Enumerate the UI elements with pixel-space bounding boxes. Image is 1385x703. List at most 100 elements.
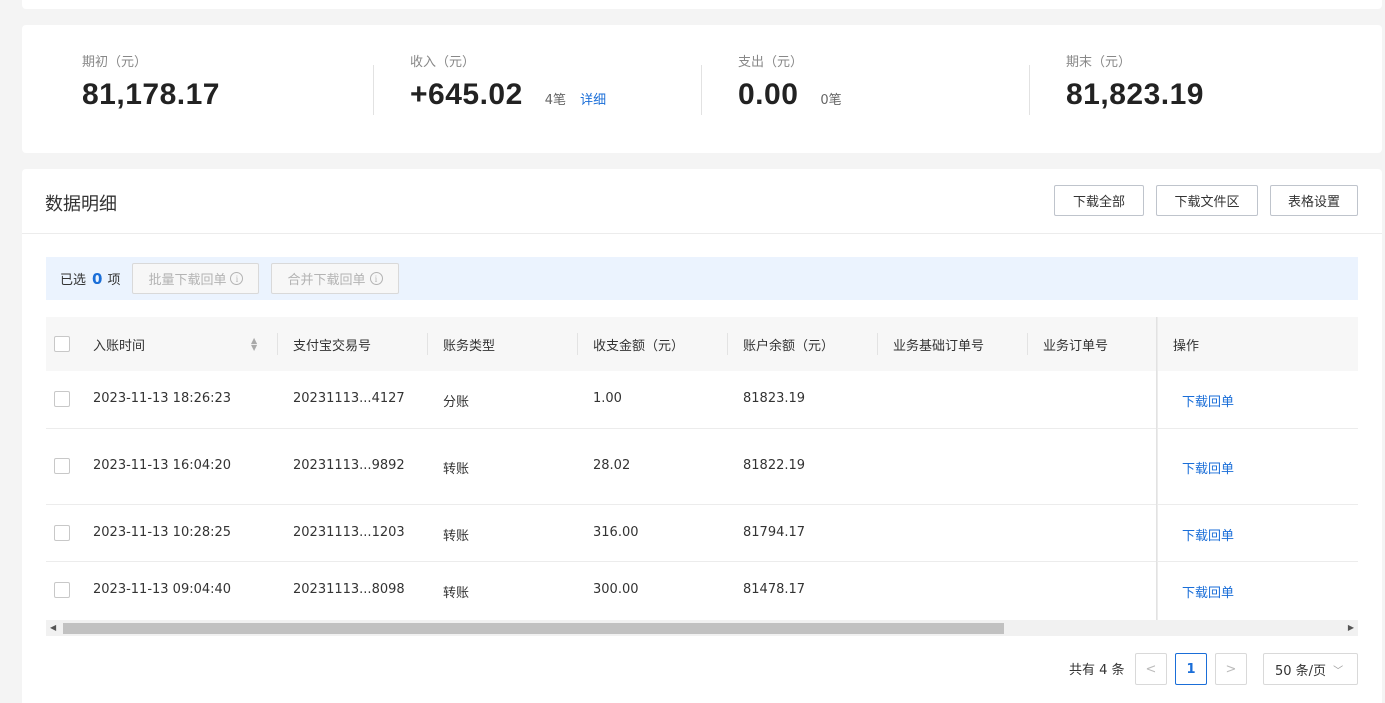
table-settings-button[interactable]: 表格设置 (1270, 185, 1358, 216)
row-checkbox[interactable] (54, 391, 70, 407)
cell-balance: 81478.17 (743, 582, 806, 597)
column-separator (877, 333, 878, 355)
page-number-button[interactable]: 1 (1175, 653, 1207, 685)
expense-count: 0笔 (820, 93, 842, 108)
closing-balance-stat: 期末（元） 81,823.19 (1066, 51, 1204, 112)
selected-suffix: 项 (107, 273, 121, 288)
cell-amount: 316.00 (593, 525, 639, 540)
download-all-button[interactable]: 下载全部 (1054, 185, 1144, 216)
cell-balance: 81823.19 (743, 391, 806, 406)
download-receipt-link[interactable]: 下载回单 (1182, 391, 1234, 410)
income-stat: 收入（元） +645.02 4笔 详细 (410, 51, 606, 112)
opening-label: 期初（元） (82, 55, 148, 70)
income-detail-link[interactable]: 详细 (580, 89, 606, 108)
cell-txn: 20231113...8098 (293, 582, 405, 597)
closing-label: 期末（元） (1066, 55, 1132, 70)
column-header-time: 入账时间 (93, 338, 146, 354)
row-checkbox[interactable] (54, 525, 70, 541)
prev-page-button[interactable]: < (1135, 653, 1167, 685)
selected-prefix: 已选 (60, 273, 87, 288)
divider (373, 65, 374, 115)
selection-bar: 已选 0 项 批量下载回单 i 合并下载回单 i (46, 257, 1358, 300)
chevron-left-icon: < (1145, 661, 1157, 677)
transaction-table: 入账时间 ▲ ▼ 支付宝交易号 账务类型 收支金额（元） 账户余额（元） 业务基础… (46, 317, 1358, 620)
column-header-type: 账务类型 (443, 338, 496, 354)
column-header-txn: 支付宝交易号 (293, 338, 372, 354)
sort-icon[interactable]: ▲ ▼ (251, 337, 257, 352)
merge-download-receipt-button[interactable]: 合并下载回单 i (271, 263, 399, 294)
income-value: +645.02 (410, 78, 523, 111)
cell-txn: 20231113...9892 (293, 458, 405, 473)
next-page-button[interactable]: > (1215, 653, 1247, 685)
pagination-total: 共有 4 条 (1069, 663, 1125, 678)
table-row: 2023-11-13 10:28:25 20231113...1203 转账 3… (46, 505, 1358, 562)
income-count: 4笔 (544, 93, 567, 108)
table-row: 2023-11-13 18:26:23 20231113...4127 分账 1… (46, 371, 1358, 429)
cell-amount: 1.00 (593, 391, 622, 406)
fixed-column-shadow (1156, 317, 1158, 620)
closing-value: 81,823.19 (1066, 78, 1204, 111)
column-header-order: 业务订单号 (1043, 338, 1109, 354)
opening-value: 81,178.17 (82, 78, 220, 111)
detail-title: 数据明细 (45, 194, 117, 215)
expense-label: 支出（元） (738, 55, 804, 70)
column-separator (577, 333, 578, 355)
cell-time: 2023-11-13 18:26:23 (93, 391, 232, 406)
row-checkbox[interactable] (54, 458, 70, 474)
selected-count: 0 (92, 269, 103, 288)
column-separator (277, 333, 278, 355)
info-icon: i (230, 272, 244, 285)
download-area-button[interactable]: 下载文件区 (1156, 185, 1258, 216)
column-separator (1027, 333, 1028, 355)
column-separator (427, 333, 428, 355)
page-size-value: 50 条/页 (1275, 663, 1327, 679)
cell-type: 转账 (443, 462, 470, 477)
cell-txn: 20231113...4127 (293, 391, 405, 406)
cell-type: 转账 (443, 586, 470, 601)
column-header-action: 操作 (1173, 338, 1200, 354)
download-receipt-link[interactable]: 下载回单 (1182, 525, 1234, 544)
column-separator (727, 333, 728, 355)
cell-balance: 81794.17 (743, 525, 806, 540)
expense-value: 0.00 (738, 78, 799, 111)
download-receipt-link[interactable]: 下载回单 (1182, 582, 1234, 601)
table-row: 2023-11-13 16:04:20 20231113...9892 转账 2… (46, 429, 1358, 505)
income-label: 收入（元） (410, 55, 476, 70)
chevron-right-icon: > (1225, 661, 1237, 677)
divider (701, 65, 702, 115)
info-icon: i (369, 272, 383, 285)
scrollbar-thumb[interactable] (63, 623, 1004, 634)
select-all-checkbox[interactable] (54, 336, 70, 352)
cell-type: 分账 (443, 395, 470, 410)
batch-download-receipt-button[interactable]: 批量下载回单 i (132, 263, 260, 294)
data-detail-card: 数据明细 下载全部 下载文件区 表格设置 已选 0 项 批量下载回单 i 合并下… (22, 169, 1382, 703)
scroll-right-icon[interactable]: ▶ (1348, 620, 1354, 636)
scroll-left-icon[interactable]: ◀ (50, 620, 56, 636)
cell-amount: 28.02 (593, 458, 631, 473)
merge-download-label: 合并下载回单 (287, 273, 366, 288)
top-card-edge (22, 0, 1382, 9)
column-header-amount: 收支金额（元） (593, 338, 685, 354)
table-row: 2023-11-13 09:04:40 20231113...8098 转账 3… (46, 562, 1358, 620)
column-header-base-order: 业务基础订单号 (893, 338, 985, 354)
cell-balance: 81822.19 (743, 458, 806, 473)
cell-txn: 20231113...1203 (293, 525, 405, 540)
header-divider (22, 233, 1382, 234)
cell-amount: 300.00 (593, 582, 639, 597)
download-receipt-link[interactable]: 下载回单 (1182, 458, 1234, 477)
table-header: 入账时间 ▲ ▼ 支付宝交易号 账务类型 收支金额（元） 账户余额（元） 业务基础… (46, 317, 1358, 371)
cell-time: 2023-11-13 09:04:40 (93, 582, 232, 597)
horizontal-scrollbar[interactable]: ◀ ▶ (46, 620, 1358, 636)
batch-download-label: 批量下载回单 (148, 273, 227, 288)
page-size-select[interactable]: 50 条/页 ﹀ (1263, 653, 1358, 685)
row-checkbox[interactable] (54, 582, 70, 598)
column-header-balance: 账户余额（元） (743, 338, 835, 354)
cell-time: 2023-11-13 16:04:20 (93, 458, 232, 473)
opening-balance-stat: 期初（元） 81,178.17 (82, 51, 220, 112)
divider (1029, 65, 1030, 115)
expense-stat: 支出（元） 0.00 0笔 (738, 51, 842, 112)
chevron-down-icon: ﹀ (1333, 665, 1344, 677)
summary-card: 期初（元） 81,178.17 收入（元） +645.02 4笔 详细 支出（元） … (22, 25, 1382, 153)
cell-type: 转账 (443, 529, 470, 544)
cell-time: 2023-11-13 10:28:25 (93, 525, 232, 540)
